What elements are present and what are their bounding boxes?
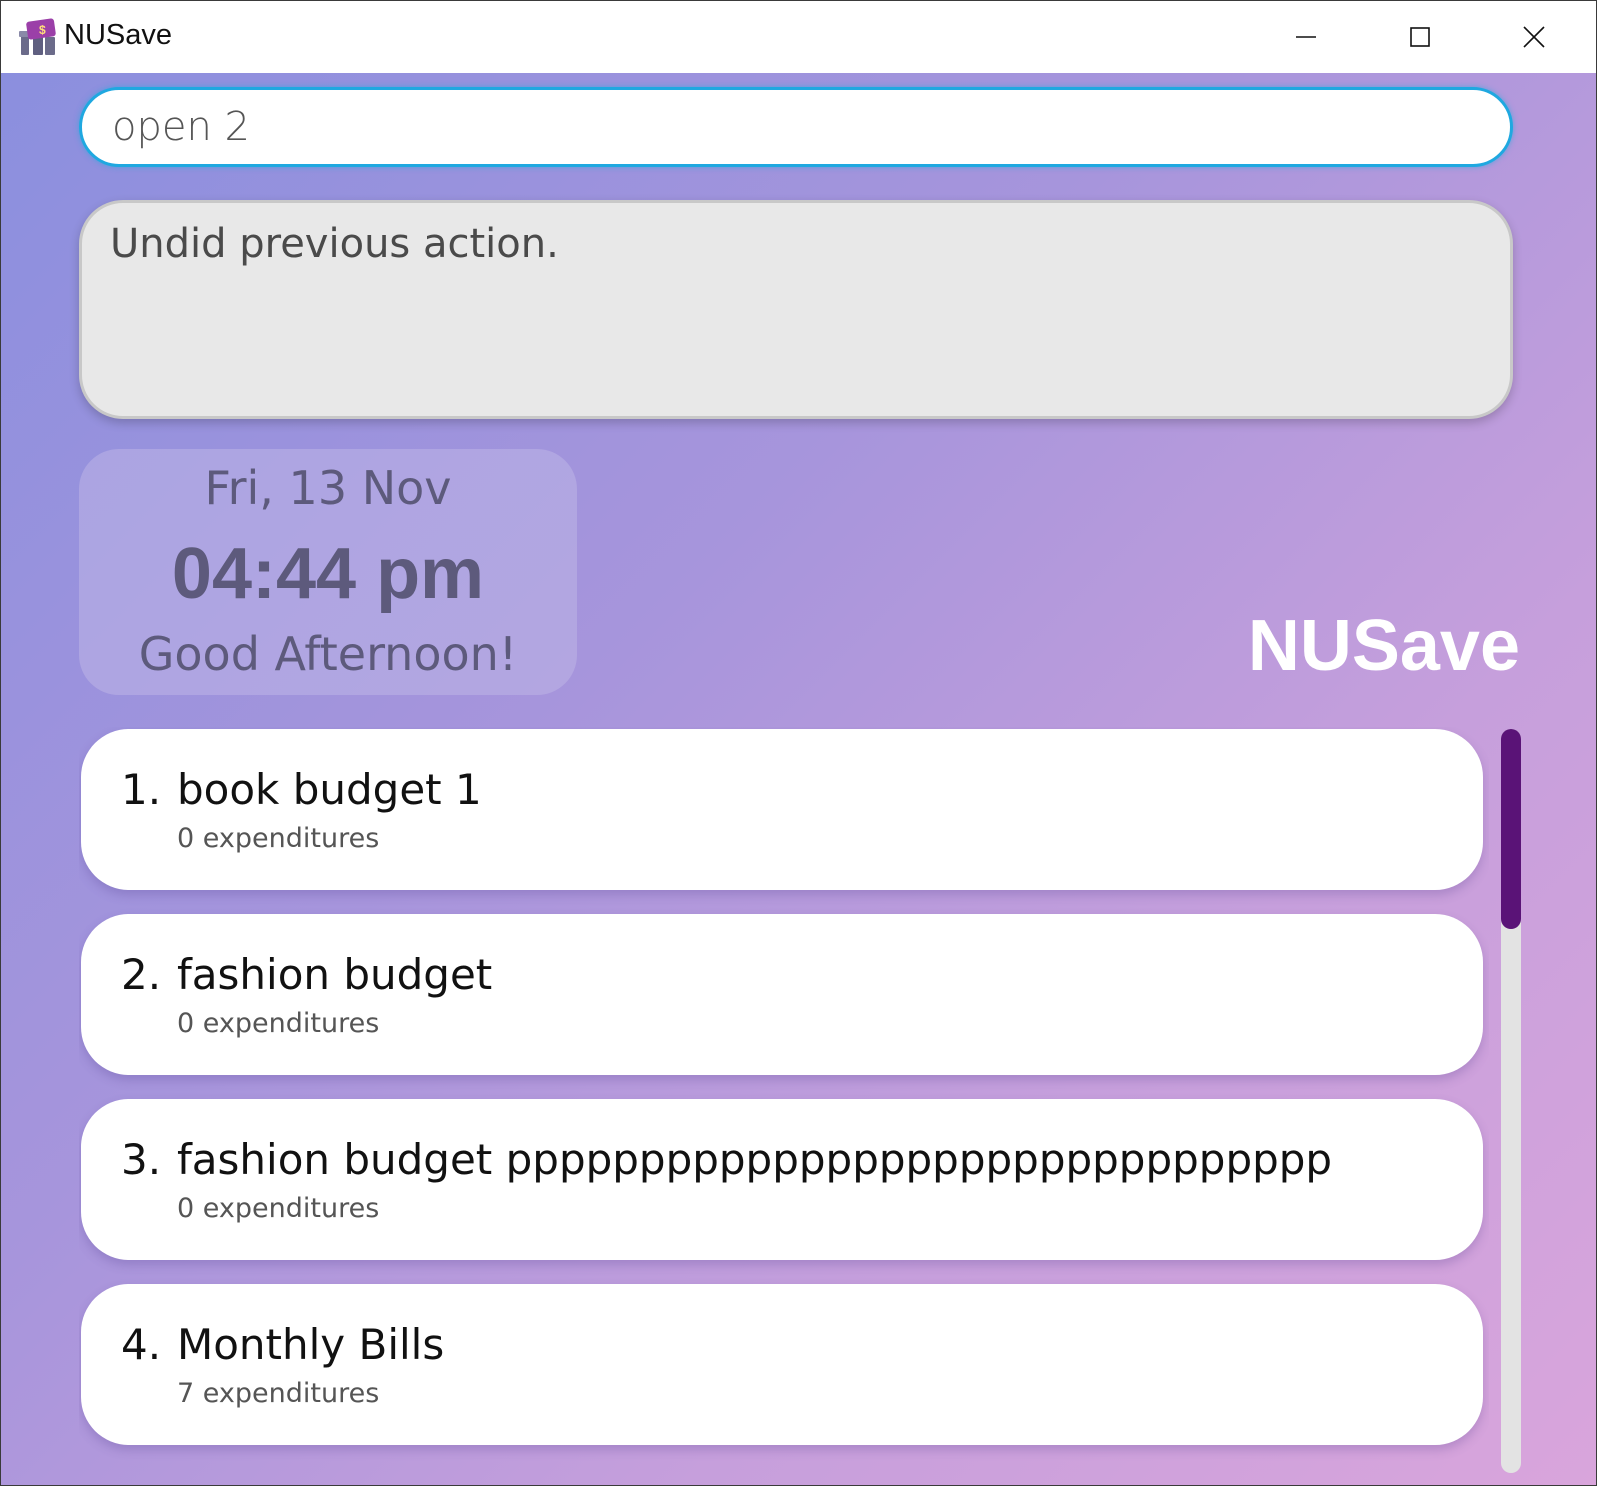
budget-name: fashion budget ppppppppppppppppppppppppp… [177,1135,1333,1184]
clock-greeting: Good Afternoon! [138,627,518,681]
budget-index: 1. [121,765,162,814]
list-item[interactable]: 1. book budget 1 0 expenditures [81,729,1483,890]
result-message: Undid previous action. [110,221,559,267]
list-item[interactable]: 3. fashion budget pppppppppppppppppppppp… [81,1099,1483,1260]
title-bar: $ NUSave [1,1,1596,73]
budget-name: book budget 1 [177,765,482,814]
list-item[interactable]: 2. fashion budget 0 expenditures [81,914,1483,1075]
list-scrollbar[interactable] [1501,729,1521,1473]
brand-title: NUSave [1247,606,1520,686]
main-content: Undid previous action. Fri, 13 Nov 04:44… [1,73,1596,1485]
budget-name: fashion budget [177,950,493,999]
maximize-button[interactable] [1365,1,1475,73]
svg-text:$: $ [39,23,46,37]
budget-index: 2. [121,950,162,999]
budget-name: Monthly Bills [177,1320,445,1369]
clock-card: Fri, 13 Nov 04:44 pm Good Afternoon! [79,449,577,695]
budget-expenditure-count: 0 expenditures [177,823,380,854]
close-button[interactable] [1479,1,1589,73]
minimize-icon [1296,36,1316,38]
close-icon [1523,26,1545,48]
budget-expenditure-count: 0 expenditures [177,1008,380,1039]
budget-index: 4. [121,1320,162,1369]
budget-expenditure-count: 7 expenditures [177,1378,380,1409]
budget-expenditure-count: 0 expenditures [177,1193,380,1224]
app-window: $ NUSave Undid previous action. [0,0,1597,1486]
money-wallet-icon: $ [19,18,56,55]
result-display: Undid previous action. [79,200,1513,419]
scrollbar-thumb[interactable] [1501,729,1521,929]
maximize-icon [1410,27,1430,47]
command-input[interactable] [110,103,1474,151]
budget-index: 3. [121,1135,162,1184]
minimize-button[interactable] [1251,1,1361,73]
clock-time: 04:44 pm [171,534,485,614]
list-item[interactable]: 4. Monthly Bills 7 expenditures [81,1284,1483,1445]
budget-list: 1. book budget 1 0 expenditures 2. fashi… [79,727,1489,1485]
clock-date: Fri, 13 Nov [204,461,452,515]
window-title: NUSave [64,19,172,51]
command-box[interactable] [79,87,1513,167]
